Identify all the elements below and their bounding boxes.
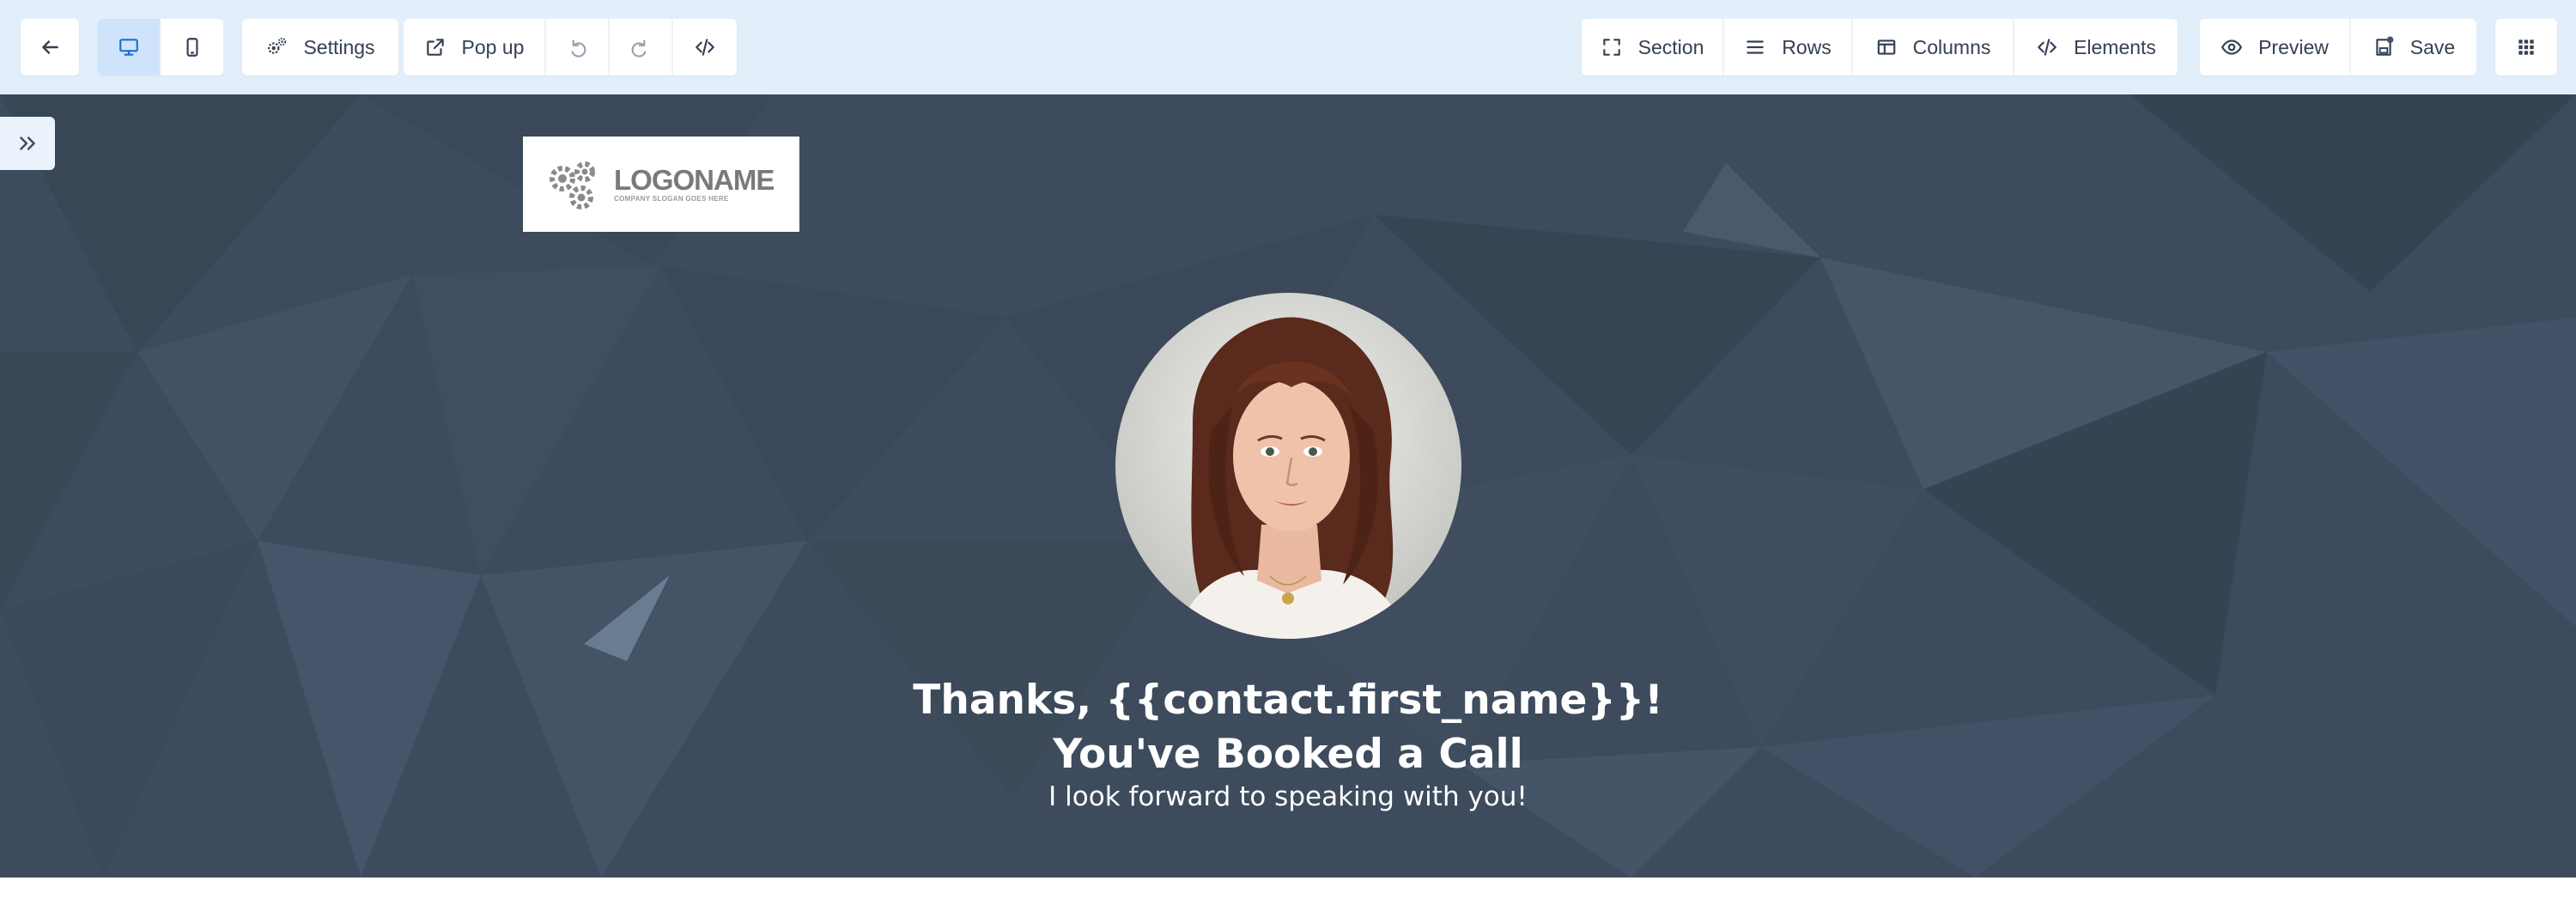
back-button[interactable] <box>21 19 79 76</box>
code-icon <box>2038 39 2057 56</box>
settings-label: Settings <box>303 35 375 58</box>
publish-group: Preview Save <box>2200 19 2476 76</box>
save-icon <box>2376 36 2394 56</box>
gears-logo-icon <box>550 161 595 210</box>
back-button-group <box>21 19 79 76</box>
profile-photo[interactable] <box>1115 293 1461 639</box>
device-toggle <box>98 19 223 76</box>
desktop-icon <box>119 39 138 56</box>
arrow-left-icon <box>42 40 58 54</box>
next-section[interactable] <box>0 878 2576 917</box>
history-group: Pop up <box>404 19 737 76</box>
columns-button[interactable]: Columns <box>1853 19 2014 76</box>
columns-icon <box>1877 39 1895 55</box>
preview-label: Preview <box>2258 35 2329 58</box>
rows-label: Rows <box>1782 35 1832 58</box>
gears-icon <box>268 37 287 54</box>
editor-toolbar: Settings Pop up Section Rows Columns Ele… <box>0 0 2576 94</box>
chevrons-right-icon <box>20 137 35 150</box>
save-button[interactable]: Save <box>2351 19 2476 76</box>
section-label: Section <box>1637 35 1704 58</box>
apps-group <box>2495 19 2557 76</box>
undo-button[interactable] <box>546 19 610 76</box>
code-icon <box>696 39 714 56</box>
grid-icon <box>2518 39 2534 55</box>
apps-menu-button[interactable] <box>2495 19 2557 76</box>
popup-button[interactable]: Pop up <box>404 19 546 76</box>
save-label: Save <box>2409 35 2456 58</box>
elements-label: Elements <box>2074 35 2156 58</box>
redo-button[interactable] <box>610 19 673 76</box>
settings-group: Settings <box>242 19 398 76</box>
desktop-view-button[interactable] <box>98 19 161 76</box>
headline-line-1[interactable]: Thanks, {{contact.first_name}}! <box>0 677 2576 724</box>
columns-label: Columns <box>1912 35 1991 58</box>
code-button[interactable] <box>673 19 737 76</box>
logo-image[interactable]: LOGONAME COMPANY SLOGAN GOES HERE <box>523 137 799 232</box>
popup-label: Pop up <box>461 35 525 58</box>
section-button[interactable]: Section <box>1582 19 1724 76</box>
headline-line-2[interactable]: You've Booked a Call <box>0 731 2576 778</box>
settings-button[interactable]: Settings <box>242 19 398 76</box>
portrait-image <box>1115 293 1461 639</box>
mobile-view-button[interactable] <box>161 19 223 76</box>
structure-group: Section Rows Columns Elements <box>1582 19 2178 76</box>
sidebar-expand-button[interactable] <box>0 117 55 170</box>
rows-icon <box>1747 40 1764 54</box>
redo-icon <box>631 39 647 58</box>
logo-slogan: COMPANY SLOGAN GOES HERE <box>614 195 729 203</box>
logo-name: LOGONAME <box>614 164 775 196</box>
undo-icon <box>571 39 586 58</box>
preview-button[interactable]: Preview <box>2200 19 2351 76</box>
subheadline[interactable]: I look forward to speaking with you! <box>0 781 2576 812</box>
mobile-icon <box>186 38 198 57</box>
external-link-icon <box>426 39 444 56</box>
eye-icon <box>2221 39 2243 55</box>
rows-button[interactable]: Rows <box>1724 19 1853 76</box>
elements-button[interactable]: Elements <box>2014 19 2178 76</box>
expand-icon <box>1602 39 1620 56</box>
